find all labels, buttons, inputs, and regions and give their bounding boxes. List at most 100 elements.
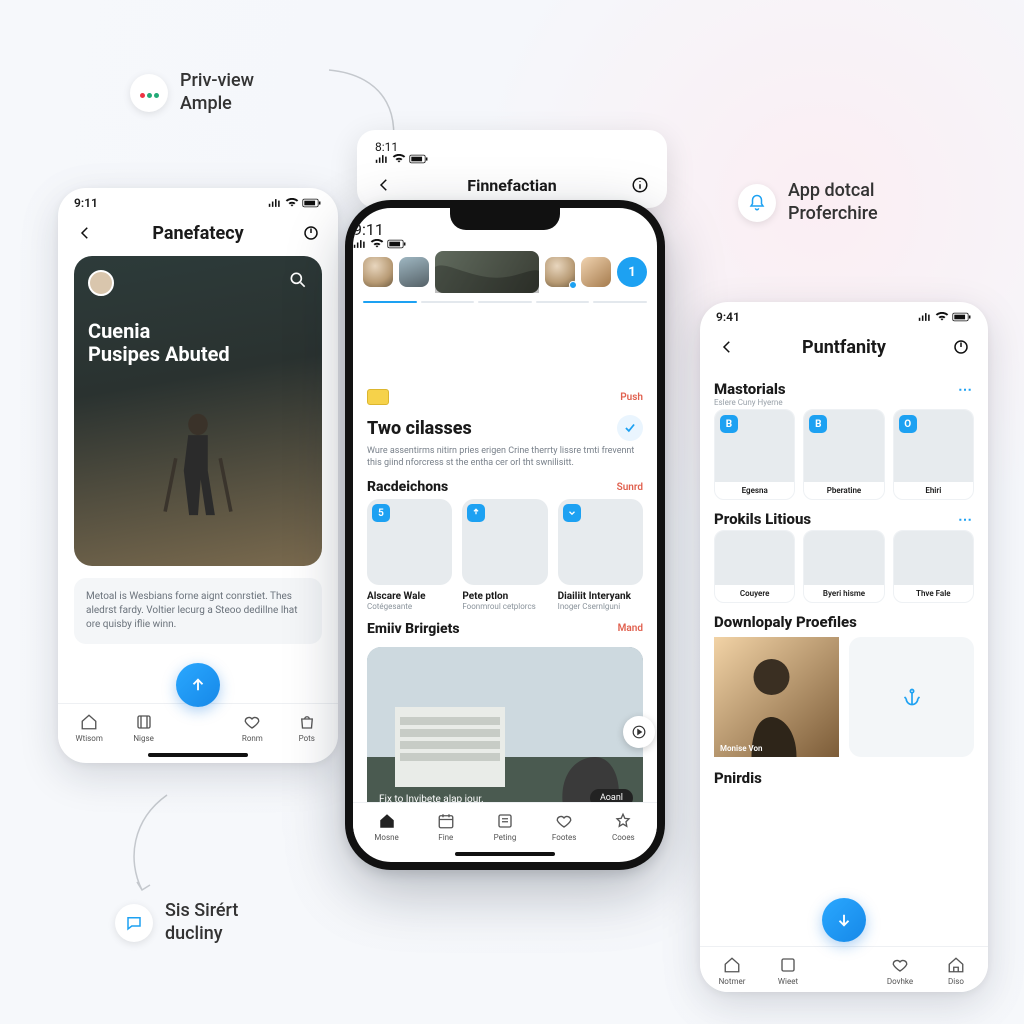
power-button[interactable] xyxy=(298,220,324,246)
download-card[interactable] xyxy=(849,637,974,757)
tab-favorites[interactable]: Ronm xyxy=(229,712,275,743)
tab-favorites[interactable]: Dovhke xyxy=(877,955,923,986)
featured-image xyxy=(367,647,643,802)
tab-home[interactable]: Notmer xyxy=(709,955,755,986)
profile-card[interactable]: Byeri hisme xyxy=(803,530,884,603)
story-progress xyxy=(353,301,657,309)
phone-screen-3: 9:41 Puntfanity Mastorials Eslere Cuny H… xyxy=(700,302,988,992)
power-button[interactable] xyxy=(948,334,974,360)
status-time: 9:41 xyxy=(716,310,740,324)
tab-bar: Wtisom Nigse Ronm Pots xyxy=(58,703,338,749)
back-button[interactable] xyxy=(72,220,98,246)
tab-library[interactable]: Wieet xyxy=(765,955,811,986)
section-more[interactable]: Mand xyxy=(618,623,643,634)
card-badge: 5 xyxy=(372,504,390,522)
story-item[interactable] xyxy=(581,257,611,287)
status-icons xyxy=(375,154,649,164)
fab-down-button[interactable] xyxy=(822,898,866,942)
tab-center xyxy=(175,717,221,739)
chat-icon xyxy=(115,904,153,942)
section-title: Two cilasses xyxy=(367,418,472,439)
hero-figure xyxy=(158,396,238,556)
annotation-bottom-line2: ducliny xyxy=(165,923,238,946)
annotation-top-line2: Ample xyxy=(180,93,254,116)
hero-caption: Metoal is Wesbians forne aignt conrstiet… xyxy=(74,578,322,644)
section-more[interactable]: Sunrd xyxy=(617,482,643,493)
profile-card[interactable]: BPberatine xyxy=(803,409,884,500)
tab-library[interactable]: Nigse xyxy=(121,712,167,743)
profile-card[interactable]: 5 Alscare Wale Cotégesante xyxy=(367,499,452,610)
fab-up-button[interactable] xyxy=(176,663,220,707)
play-button[interactable] xyxy=(623,716,655,748)
hero-title-line2: Pusipes Abuted xyxy=(88,343,308,366)
notification-bubble[interactable]: 1 xyxy=(617,257,647,287)
tab-bar: Notmer Wieet Dovhke Diso xyxy=(700,946,988,992)
profile-card[interactable]: Diailiit Interyank Inoger Csernlguni xyxy=(558,499,643,610)
annotation-top-line1: Priv-view xyxy=(180,70,254,93)
more-button[interactable]: ⋯ xyxy=(958,512,974,528)
avatar[interactable] xyxy=(88,270,114,296)
status-time: 9:11 xyxy=(74,196,98,210)
tab-store[interactable]: Diso xyxy=(933,955,979,986)
profile-card[interactable]: OEhiri xyxy=(893,409,974,500)
back-button[interactable] xyxy=(714,334,740,360)
more-button[interactable]: ⋯ xyxy=(958,382,974,398)
tab-starred[interactable]: Cooes xyxy=(600,811,646,842)
annotation-right-line1: App dotcal xyxy=(788,180,878,203)
status-time: 9:11 xyxy=(353,220,384,239)
info-button[interactable] xyxy=(627,172,653,198)
featured-pill[interactable]: Aoanl xyxy=(590,789,633,802)
annotation-right-line2: Proferchire xyxy=(788,203,878,226)
push-label[interactable]: Push xyxy=(620,392,643,403)
phone-frame-2: 9:11 1 Push Two cilasses xyxy=(345,200,665,870)
tab-home[interactable]: Wtisom xyxy=(66,712,112,743)
check-button[interactable] xyxy=(617,415,643,441)
card-badge: B xyxy=(720,415,738,433)
section-title: Mastorials xyxy=(714,380,786,398)
search-icon[interactable] xyxy=(288,270,308,290)
bell-icon xyxy=(738,184,776,222)
section-title: Prokils Litious xyxy=(714,510,811,528)
status-icons xyxy=(918,312,972,322)
annotation-right: App dotcal Proferchire xyxy=(738,180,878,225)
annotation-top: Priv-view Ample xyxy=(130,70,254,115)
story-row: 1 xyxy=(353,249,657,301)
arrow-curve-icon xyxy=(112,790,192,900)
share-icon xyxy=(467,504,485,522)
tab-calendar[interactable]: Fine xyxy=(423,811,469,842)
profile-card[interactable]: Monise Von xyxy=(714,637,839,757)
hero-card[interactable]: Cuenia Pusipes Abuted xyxy=(74,256,322,566)
notch xyxy=(450,208,560,230)
tab-center xyxy=(821,960,867,982)
page-title: Puntfanity xyxy=(740,337,948,358)
profile-card[interactable]: Thve Fale xyxy=(893,530,974,603)
annotation-dots-icon xyxy=(130,74,168,112)
story-main[interactable] xyxy=(435,251,539,293)
tab-favorites[interactable]: Footes xyxy=(541,811,587,842)
back-button[interactable] xyxy=(371,172,397,198)
section-title: Pnirdis xyxy=(714,769,762,787)
profile-card[interactable]: Couyere xyxy=(714,530,795,603)
story-item[interactable] xyxy=(363,257,393,287)
tab-feed[interactable]: Peting xyxy=(482,811,528,842)
page-title: Panefatecy xyxy=(98,223,298,244)
profile-card[interactable]: BEgesna xyxy=(714,409,795,500)
phone-screen-2: 9:11 1 Push Two cilasses xyxy=(353,208,657,862)
phone-screen-1: 9:11 Panefatecy Cuenia Pusipes Abuted Me… xyxy=(58,188,338,763)
section-title: Downlopaly Proefiles xyxy=(714,613,857,631)
annotation-bottom: Sis Sirért ducliny xyxy=(115,900,238,945)
floater-card: 8:11 Finnefactian xyxy=(357,130,667,208)
anchor-icon xyxy=(902,687,922,707)
section-title: Racdeichons xyxy=(367,479,448,495)
featured-card[interactable]: Fix to Invibete alap jour. Aoanl xyxy=(367,647,643,802)
card-badge: B xyxy=(809,415,827,433)
chevron-down-icon xyxy=(563,504,581,522)
status-icons xyxy=(353,239,657,249)
status-time: 8:11 xyxy=(375,140,398,154)
story-item[interactable] xyxy=(399,257,429,287)
tab-home[interactable]: Mosne xyxy=(364,811,410,842)
tab-store[interactable]: Pots xyxy=(284,712,330,743)
home-indicator xyxy=(148,753,248,757)
story-item[interactable] xyxy=(545,257,575,287)
profile-card[interactable]: Pete ptlon Foonmroul cetplorcs xyxy=(462,499,547,610)
